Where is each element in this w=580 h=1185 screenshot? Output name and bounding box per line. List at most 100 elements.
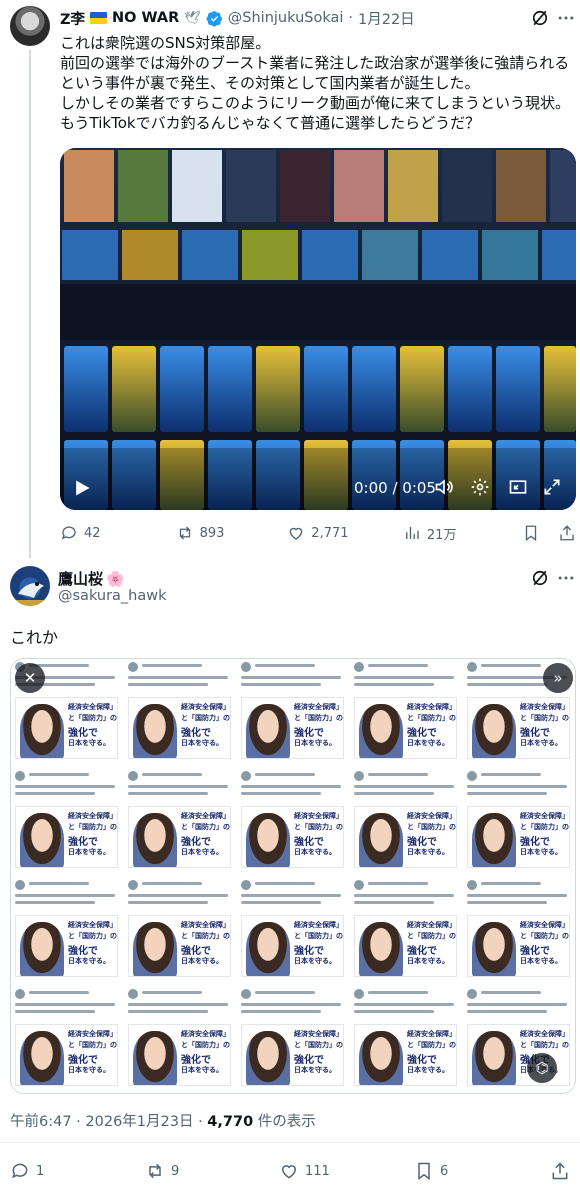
grok-icon[interactable] — [530, 8, 550, 28]
like-button[interactable]: 2,771 — [287, 524, 403, 542]
poster-text: 日本を守る。 — [294, 847, 336, 856]
poster-text: 強化で — [181, 728, 211, 739]
poster-text: と「国防力」の — [181, 713, 230, 722]
cell-poster: 経済安全保障」と「国防力」の強化で日本を守る。 — [128, 697, 231, 759]
cell-line — [467, 792, 547, 795]
like-count: 111 — [305, 1163, 330, 1179]
cell-line — [15, 894, 115, 897]
cell-line — [354, 785, 454, 788]
tweet2-image[interactable]: 経済安全保障」 と「国防力」の 強化で 日本を守る。 経済安全保障」 と「国防力」の 強化で… — [10, 658, 576, 1094]
tweet1-name-suffix[interactable]: NO WAR — [112, 10, 179, 26]
poster-text: 経済安全保障」 — [68, 1029, 117, 1038]
poster-text: 経済安全保障」 — [407, 811, 456, 820]
reply-button[interactable]: 42 — [60, 524, 176, 542]
close-icon[interactable]: ✕ — [15, 663, 45, 693]
cell-line — [255, 773, 315, 776]
tweet1-separator: · — [348, 10, 353, 26]
poster-text: 強化で — [407, 837, 437, 848]
poster-text: 経済安全保障」 — [294, 920, 343, 929]
video-time: 0:00 / 0:05 — [354, 479, 436, 497]
tweet2-display-name[interactable]: 鷹山桜 🌸 — [58, 568, 125, 589]
cell-line — [142, 664, 202, 667]
settings-gear-icon[interactable] — [470, 477, 490, 497]
poster-text: と「国防力」の — [520, 713, 569, 722]
tweet1-display-name[interactable]: Z李 — [60, 8, 85, 29]
like-button[interactable]: 111 — [279, 1161, 414, 1181]
tweet1-video[interactable]: 0:00 / 0:05 — [60, 148, 576, 510]
avatar-sakura-hawk[interactable] — [10, 566, 50, 606]
poster-text: 強化で — [520, 837, 550, 848]
thread-line — [29, 50, 31, 558]
bookmark-icon — [526, 525, 537, 542]
tweet1-line-2: 前回の選挙では海外のブースト業者に発注した政治家が選挙後に強請られる — [60, 54, 570, 72]
cell-portrait — [246, 922, 290, 976]
fullscreen-icon[interactable] — [542, 477, 562, 497]
cell-line — [15, 785, 115, 788]
like-count: 2,771 — [311, 525, 349, 541]
reply-button[interactable]: 1 — [10, 1161, 145, 1181]
bookmark-button[interactable]: 6 — [414, 1161, 550, 1181]
tweet1-handle[interactable]: @ShinjukuSokai — [228, 10, 344, 26]
cell-line — [467, 683, 547, 686]
poster-text: と「国防力」の — [181, 931, 230, 940]
cell-poster: 経済安全保障」と「国防力」の強化で日本を守る。 — [354, 1024, 457, 1086]
picture-in-picture-icon[interactable] — [508, 477, 528, 497]
cell-poster: 経済安全保障」と「国防力」の強化で日本を守る。 — [241, 915, 344, 977]
poster-text: 日本を守る。 — [294, 1065, 336, 1074]
repost-icon — [149, 1163, 161, 1179]
cell-line — [467, 785, 567, 788]
share-button[interactable] — [550, 1161, 570, 1181]
more-icon[interactable] — [556, 8, 576, 28]
play-icon[interactable] — [72, 478, 92, 498]
screenshot-cell: 経済安全保障」と「国防力」の強化で日本を守る。 — [237, 659, 350, 768]
divider — [0, 1142, 580, 1143]
repost-button[interactable]: 893 — [176, 524, 288, 542]
cell-poster: 経済安全保障」と「国防力」の強化で日本を守る。 — [15, 915, 118, 977]
cell-poster: 経済安全保障」と「国防力」の強化で日本を守る。 — [15, 806, 118, 868]
cell-line — [241, 901, 321, 904]
cell-line — [354, 676, 454, 679]
image-edit-icon[interactable]: ⌬ — [527, 1053, 557, 1083]
poster-text: 経済安全保障」 — [294, 1029, 343, 1038]
tweet2-handle[interactable]: @sakura_hawk — [58, 588, 167, 604]
tweet2-timestamp[interactable]: 午前6:47 · 2026年1月23日 · — [10, 1114, 207, 1130]
cell-line — [481, 773, 541, 776]
cell-line — [15, 792, 95, 795]
video-frame-image — [60, 148, 576, 510]
tweet2-views-count: 4,770 — [207, 1114, 254, 1130]
poster-text: 強化で — [294, 728, 324, 739]
poster-text: と「国防力」の — [407, 931, 456, 940]
poster-text: 経済安全保障」 — [407, 1029, 456, 1038]
cell-portrait — [472, 704, 516, 758]
cell-avatar — [467, 989, 477, 999]
repost-button[interactable]: 9 — [145, 1161, 279, 1181]
cell-portrait — [133, 1031, 177, 1085]
poster-text: 強化で — [68, 1055, 98, 1066]
avatar-z-li[interactable] — [10, 6, 50, 46]
more-icon[interactable] — [556, 568, 576, 588]
tweet1-date[interactable]: 1月22日 — [358, 8, 415, 29]
grok-icon[interactable] — [530, 568, 550, 588]
tweet1-header: Z李 NO WAR 🕊 @ShinjukuSokai · 1月22日 — [60, 7, 415, 29]
ukraine-flag-icon — [90, 12, 108, 24]
volume-icon[interactable] — [434, 477, 454, 497]
cell-poster: 経済安全保障」と「国防力」の強化で日本を守る。 — [467, 697, 570, 759]
poster-text: と「国防力」の — [520, 931, 569, 940]
cell-line — [481, 991, 541, 994]
bookmark-icon — [418, 1162, 430, 1180]
repost-count: 893 — [199, 525, 225, 541]
cell-portrait — [246, 704, 290, 758]
poster-text: 日本を守る。 — [520, 956, 562, 965]
share-button[interactable] — [558, 524, 576, 542]
screenshot-cell: 経済安全保障」と「国防力」の強化で日本を守る。 — [463, 986, 575, 1093]
views-button[interactable]: 21万 — [403, 524, 523, 543]
like-icon — [289, 527, 303, 540]
bookmark-button[interactable] — [522, 524, 544, 542]
poster-text: 強化で — [407, 946, 437, 957]
poster-text: 強化で — [68, 946, 98, 957]
tweet2-views-label: 件の表示 — [253, 1114, 316, 1130]
screenshot-cell: 経済安全保障」と「国防力」の強化で日本を守る。 — [463, 768, 575, 877]
cell-portrait — [20, 922, 64, 976]
next-image-icon[interactable]: » — [543, 663, 573, 693]
poster-text: 経済安全保障」 — [520, 702, 569, 711]
